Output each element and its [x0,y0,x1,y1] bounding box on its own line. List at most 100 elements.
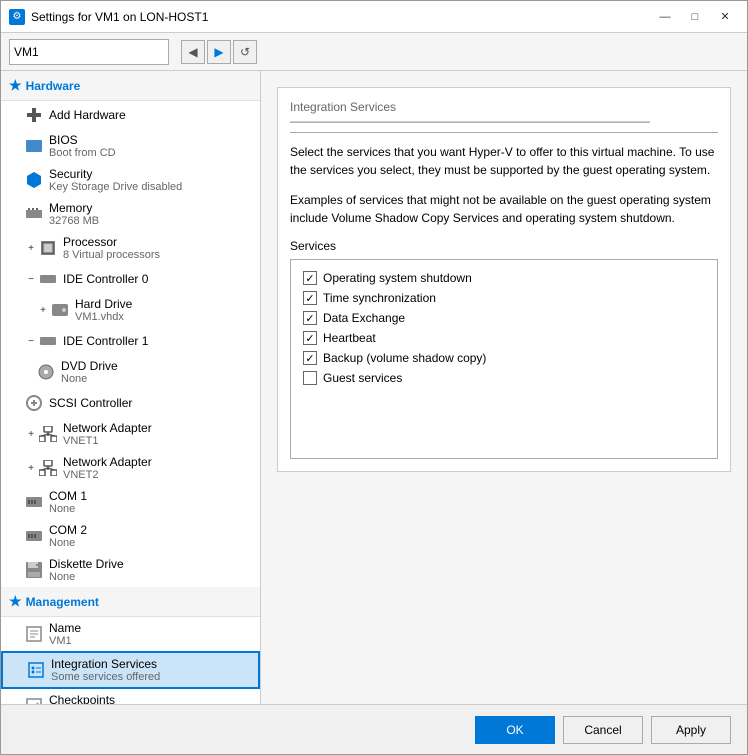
forward-button[interactable]: ▶ [207,40,231,64]
minimize-button[interactable]: — [651,7,679,27]
sidebar-item-network2[interactable]: + Network Adapter VNET2 [1,451,260,485]
service-label-heartbeat: Heartbeat [323,331,376,345]
maximize-button[interactable]: □ [681,7,709,27]
service-label-guest: Guest services [323,371,402,385]
addhw-icon [25,106,43,124]
apply-button[interactable]: Apply [651,716,731,744]
sidebar-item-add-hardware[interactable]: Add Hardware [1,101,260,129]
hardware-section-header: ★ Hardware [1,71,260,101]
processor-expand-icon[interactable]: + [25,242,37,254]
right-panel: Integration Services ———————————————————… [261,71,747,704]
sidebar-item-dvd-drive[interactable]: DVD Drive None [1,355,260,389]
integration-content: Integration Services Some services offer… [51,657,160,683]
scsi-content: SCSI Controller [49,396,132,410]
service-checkbox-shutdown[interactable] [303,271,317,285]
security-sublabel: Key Storage Drive disabled [49,181,182,193]
bios-icon [25,137,43,155]
note-text: Examples of services that might not be a… [290,191,718,227]
name-label: Name [49,621,81,635]
scsi-icon [25,394,43,412]
vm-selector[interactable]: VM1 [9,39,169,65]
sidebar-item-com1[interactable]: COM 1 None [1,485,260,519]
integration-label: Integration Services [51,657,160,671]
service-checkbox-heartbeat[interactable] [303,331,317,345]
sidebar-item-security[interactable]: Security Key Storage Drive disabled [1,163,260,197]
network2-expand-icon[interactable]: + [25,462,37,474]
sidebar-item-scsi[interactable]: SCSI Controller [1,389,260,417]
network2-label: Network Adapter [63,455,152,469]
service-checkbox-backup[interactable] [303,351,317,365]
service-checkbox-guest[interactable] [303,371,317,385]
processor-icon [39,239,57,257]
toolbar-nav: ◀ ▶ ↺ [181,40,257,64]
harddrive-sublabel: VM1.vhdx [75,311,132,323]
service-item-guest: Guest services [299,368,709,388]
network1-label: Network Adapter [63,421,152,435]
memory-label: Memory [49,201,99,215]
network1-content: Network Adapter VNET1 [63,421,152,447]
com2-label: COM 2 [49,523,87,537]
integration-icon [27,661,45,679]
vm-selector-wrapper: VM1 [9,39,169,65]
window-controls: — □ ✕ [651,7,739,27]
com2-sublabel: None [49,537,87,549]
sidebar-item-memory[interactable]: Memory 32768 MB [1,197,260,231]
service-item-exchange: Data Exchange [299,308,709,328]
sidebar-item-name[interactable]: Name VM1 [1,617,260,651]
description-text: Select the services that you want Hyper-… [290,143,718,179]
management-section-label: Management [26,595,99,609]
sidebar-item-diskette[interactable]: Diskette Drive None [1,553,260,587]
harddrive-expand-icon[interactable]: + [37,304,49,316]
sidebar-item-network1[interactable]: + Network Adapter VNET1 [1,417,260,451]
com1-content: COM 1 None [49,489,87,515]
diskette-icon [25,561,43,579]
ide0-expand-icon[interactable]: − [25,273,37,285]
sidebar-item-bios[interactable]: BIOS Boot from CD [1,129,260,163]
service-checkbox-sync[interactable] [303,291,317,305]
memory-icon [25,205,43,223]
ok-button[interactable]: OK [475,716,555,744]
management-star-icon: ★ [9,593,22,610]
checkpoints-content: Checkpoints Production [49,693,115,704]
services-label: Services [290,239,718,253]
service-item-heartbeat: Heartbeat [299,328,709,348]
sidebar-item-hard-drive[interactable]: + Hard Drive VM1.vhdx [1,293,260,327]
com1-icon [25,493,43,511]
processor-sublabel: 8 Virtual processors [63,249,160,261]
ide1-expand-icon[interactable]: − [25,335,37,347]
sidebar-item-com2[interactable]: COM 2 None [1,519,260,553]
sidebar-item-integration-services[interactable]: Integration Services Some services offer… [1,651,260,689]
name-sublabel: VM1 [49,635,81,647]
service-label-backup: Backup (volume shadow copy) [323,351,486,365]
network2-sublabel: VNET2 [63,469,152,481]
close-button[interactable]: ✕ [711,7,739,27]
security-content: Security Key Storage Drive disabled [49,167,182,193]
service-checkbox-exchange[interactable] [303,311,317,325]
add-hardware-label: Add Hardware [49,108,126,122]
harddrive-content: Hard Drive VM1.vhdx [75,297,132,323]
bios-sublabel: Boot from CD [49,147,116,159]
service-item-shutdown: Operating system shutdown [299,268,709,288]
harddrive-label: Hard Drive [75,297,132,311]
sidebar-item-processor[interactable]: + Processor 8 Virtual processors [1,231,260,265]
back-button[interactable]: ◀ [181,40,205,64]
com2-content: COM 2 None [49,523,87,549]
security-label: Security [49,167,182,181]
sidebar-item-ide1[interactable]: − IDE Controller 1 [1,327,260,355]
hardware-section-label: Hardware [26,79,81,93]
name-content: Name VM1 [49,621,81,647]
hardware-star-icon: ★ [9,77,22,94]
sidebar-item-checkpoints[interactable]: Checkpoints Production [1,689,260,704]
network2-content: Network Adapter VNET2 [63,455,152,481]
dvd-sublabel: None [61,373,118,385]
network1-expand-icon[interactable]: + [25,428,37,440]
refresh-button[interactable]: ↺ [233,40,257,64]
cancel-button[interactable]: Cancel [563,716,643,744]
processor-content: Processor 8 Virtual processors [63,235,160,261]
dvd-label: DVD Drive [61,359,118,373]
left-panel: ★ Hardware Add Hardware BIOS Boot [1,71,261,704]
bios-content: BIOS Boot from CD [49,133,116,159]
window-title: Settings for VM1 on LON-HOST1 [31,10,651,24]
ide0-label: IDE Controller 0 [63,272,148,286]
sidebar-item-ide0[interactable]: − IDE Controller 0 [1,265,260,293]
